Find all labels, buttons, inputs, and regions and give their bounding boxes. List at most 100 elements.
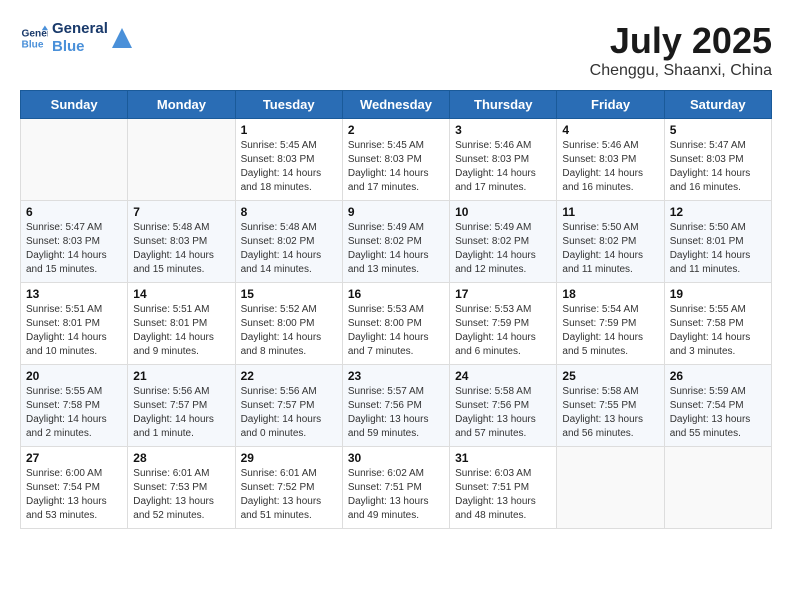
cell-info: Sunrise: 5:56 AM Sunset: 7:57 PM Dayligh… [241,385,337,441]
cell-info: Sunrise: 5:45 AM Sunset: 8:03 PM Dayligh… [348,139,444,195]
calendar-cell: 3 Sunrise: 5:46 AM Sunset: 8:03 PM Daylig… [450,119,557,201]
cell-info: Sunrise: 5:55 AM Sunset: 7:58 PM Dayligh… [26,385,122,441]
cell-info: Sunrise: 5:48 AM Sunset: 8:03 PM Dayligh… [133,221,229,277]
day-number: 5 [670,123,766,137]
page-header: General Blue General Blue July 2025 Chen… [20,20,772,80]
day-number: 6 [26,205,122,219]
day-number: 8 [241,205,337,219]
calendar-cell [664,447,771,529]
calendar-cell [21,119,128,201]
column-header-saturday: Saturday [664,91,771,119]
logo: General Blue General Blue [20,20,132,56]
cell-info: Sunrise: 5:47 AM Sunset: 8:03 PM Dayligh… [670,139,766,195]
cell-info: Sunrise: 5:47 AM Sunset: 8:03 PM Dayligh… [26,221,122,277]
calendar-cell: 19 Sunrise: 5:55 AM Sunset: 7:58 PM Dayli… [664,283,771,365]
calendar-cell: 21 Sunrise: 5:56 AM Sunset: 7:57 PM Dayli… [128,365,235,447]
calendar-cell: 24 Sunrise: 5:58 AM Sunset: 7:56 PM Dayli… [450,365,557,447]
calendar-cell: 15 Sunrise: 5:52 AM Sunset: 8:00 PM Dayli… [235,283,342,365]
day-number: 7 [133,205,229,219]
calendar-cell: 5 Sunrise: 5:47 AM Sunset: 8:03 PM Daylig… [664,119,771,201]
calendar-cell: 28Sunrise: 6:01 AM Sunset: 7:53 PM Dayli… [128,447,235,529]
day-number: 21 [133,369,229,383]
cell-info: Sunrise: 5:56 AM Sunset: 7:57 PM Dayligh… [133,385,229,441]
cell-info: Sunrise: 5:50 AM Sunset: 8:02 PM Dayligh… [562,221,658,277]
calendar-cell: 17 Sunrise: 5:53 AM Sunset: 7:59 PM Dayli… [450,283,557,365]
column-header-friday: Friday [557,91,664,119]
day-number: 30 [348,451,444,465]
day-number: 3 [455,123,551,137]
logo-general: General [52,20,108,38]
calendar-cell: 20Sunrise: 5:55 AM Sunset: 7:58 PM Dayli… [21,365,128,447]
day-number: 31 [455,451,551,465]
day-number: 27 [26,451,122,465]
cell-info: Sunrise: 5:58 AM Sunset: 7:56 PM Dayligh… [455,385,551,441]
column-header-wednesday: Wednesday [342,91,449,119]
day-number: 23 [348,369,444,383]
calendar-week-3: 13 Sunrise: 5:51 AM Sunset: 8:01 PM Dayli… [21,283,772,365]
calendar-cell [128,119,235,201]
day-number: 18 [562,287,658,301]
calendar-week-1: 1 Sunrise: 5:45 AM Sunset: 8:03 PM Daylig… [21,119,772,201]
day-number: 15 [241,287,337,301]
calendar-cell: 6 Sunrise: 5:47 AM Sunset: 8:03 PM Daylig… [21,201,128,283]
calendar-cell: 11 Sunrise: 5:50 AM Sunset: 8:02 PM Dayli… [557,201,664,283]
logo-triangle-icon [112,28,132,48]
cell-info: Sunrise: 6:03 AM Sunset: 7:51 PM Dayligh… [455,467,551,523]
day-number: 17 [455,287,551,301]
day-number: 10 [455,205,551,219]
svg-text:Blue: Blue [22,39,44,50]
calendar-cell: 25Sunrise: 5:58 AM Sunset: 7:55 PM Dayli… [557,365,664,447]
calendar-cell: 31 Sunrise: 6:03 AM Sunset: 7:51 PM Dayli… [450,447,557,529]
title-area: July 2025 Chenggu, Shaanxi, China [590,20,772,80]
cell-info: Sunrise: 5:49 AM Sunset: 8:02 PM Dayligh… [348,221,444,277]
calendar-week-4: 20Sunrise: 5:55 AM Sunset: 7:58 PM Dayli… [21,365,772,447]
day-number: 1 [241,123,337,137]
calendar-cell: 30Sunrise: 6:02 AM Sunset: 7:51 PM Dayli… [342,447,449,529]
calendar-cell: 10 Sunrise: 5:49 AM Sunset: 8:02 PM Dayli… [450,201,557,283]
day-number: 16 [348,287,444,301]
calendar-week-2: 6 Sunrise: 5:47 AM Sunset: 8:03 PM Daylig… [21,201,772,283]
cell-info: Sunrise: 5:46 AM Sunset: 8:03 PM Dayligh… [562,139,658,195]
column-header-monday: Monday [128,91,235,119]
calendar-cell: 13 Sunrise: 5:51 AM Sunset: 8:01 PM Dayli… [21,283,128,365]
calendar-cell: 1 Sunrise: 5:45 AM Sunset: 8:03 PM Daylig… [235,119,342,201]
cell-info: Sunrise: 5:54 AM Sunset: 7:59 PM Dayligh… [562,303,658,359]
cell-info: Sunrise: 5:51 AM Sunset: 8:01 PM Dayligh… [26,303,122,359]
calendar-cell: 23 Sunrise: 5:57 AM Sunset: 7:56 PM Dayli… [342,365,449,447]
calendar-body: 1 Sunrise: 5:45 AM Sunset: 8:03 PM Daylig… [21,119,772,529]
day-number: 14 [133,287,229,301]
cell-info: Sunrise: 5:57 AM Sunset: 7:56 PM Dayligh… [348,385,444,441]
calendar-cell: 26Sunrise: 5:59 AM Sunset: 7:54 PM Dayli… [664,365,771,447]
cell-info: Sunrise: 5:53 AM Sunset: 7:59 PM Dayligh… [455,303,551,359]
calendar-header-row: SundayMondayTuesdayWednesdayThursdayFrid… [21,91,772,119]
cell-info: Sunrise: 6:01 AM Sunset: 7:52 PM Dayligh… [241,467,337,523]
calendar-cell: 8Sunrise: 5:48 AM Sunset: 8:02 PM Daylig… [235,201,342,283]
calendar-cell: 2 Sunrise: 5:45 AM Sunset: 8:03 PM Daylig… [342,119,449,201]
column-header-sunday: Sunday [21,91,128,119]
cell-info: Sunrise: 6:00 AM Sunset: 7:54 PM Dayligh… [26,467,122,523]
calendar-cell: 7 Sunrise: 5:48 AM Sunset: 8:03 PM Daylig… [128,201,235,283]
calendar-cell: 29Sunrise: 6:01 AM Sunset: 7:52 PM Dayli… [235,447,342,529]
calendar-cell: 14Sunrise: 5:51 AM Sunset: 8:01 PM Dayli… [128,283,235,365]
day-number: 24 [455,369,551,383]
calendar-cell: 27 Sunrise: 6:00 AM Sunset: 7:54 PM Dayli… [21,447,128,529]
day-number: 12 [670,205,766,219]
calendar-cell: 12Sunrise: 5:50 AM Sunset: 8:01 PM Dayli… [664,201,771,283]
cell-info: Sunrise: 5:49 AM Sunset: 8:02 PM Dayligh… [455,221,551,277]
cell-info: Sunrise: 5:53 AM Sunset: 8:00 PM Dayligh… [348,303,444,359]
cell-info: Sunrise: 5:55 AM Sunset: 7:58 PM Dayligh… [670,303,766,359]
day-number: 19 [670,287,766,301]
cell-info: Sunrise: 5:58 AM Sunset: 7:55 PM Dayligh… [562,385,658,441]
cell-info: Sunrise: 5:45 AM Sunset: 8:03 PM Dayligh… [241,139,337,195]
day-number: 2 [348,123,444,137]
day-number: 26 [670,369,766,383]
column-header-tuesday: Tuesday [235,91,342,119]
calendar-cell: 4Sunrise: 5:46 AM Sunset: 8:03 PM Daylig… [557,119,664,201]
column-header-thursday: Thursday [450,91,557,119]
main-title: July 2025 [590,20,772,62]
day-number: 13 [26,287,122,301]
cell-info: Sunrise: 5:46 AM Sunset: 8:03 PM Dayligh… [455,139,551,195]
day-number: 11 [562,205,658,219]
calendar-week-5: 27 Sunrise: 6:00 AM Sunset: 7:54 PM Dayli… [21,447,772,529]
cell-info: Sunrise: 5:52 AM Sunset: 8:00 PM Dayligh… [241,303,337,359]
